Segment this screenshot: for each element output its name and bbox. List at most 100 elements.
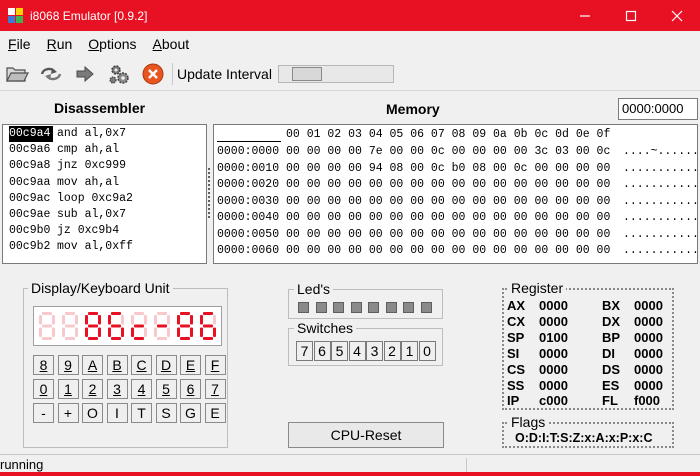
menu-options[interactable]: Options bbox=[80, 31, 144, 57]
menu-about[interactable]: About bbox=[145, 31, 198, 57]
register-value: 0000 bbox=[634, 345, 663, 361]
key-button[interactable]: 3 bbox=[106, 379, 128, 399]
key-button[interactable]: 0 bbox=[33, 379, 54, 399]
segment-a bbox=[203, 312, 213, 315]
disasm-row[interactable]: 00c9ae sub al,0x7 bbox=[3, 207, 206, 223]
key-button[interactable]: B bbox=[106, 355, 128, 375]
key-button[interactable]: A bbox=[82, 355, 103, 375]
memory-row-bytes[interactable]: 00 00 00 00 00 00 00 00 00 00 00 00 00 0… bbox=[286, 177, 610, 193]
stop-button[interactable] bbox=[136, 59, 170, 89]
key-button[interactable]: - bbox=[33, 403, 54, 423]
key-button[interactable]: T bbox=[131, 403, 152, 423]
segment-b bbox=[167, 315, 170, 325]
memory-row-bytes[interactable]: 00 00 00 00 94 08 00 0c b0 08 00 0c 00 0… bbox=[286, 161, 610, 177]
disasm-instruction: jz 0xc9b4 bbox=[57, 224, 120, 238]
memory-row-bytes[interactable]: 00 00 00 00 00 00 00 00 00 00 00 00 00 0… bbox=[286, 243, 610, 259]
maximize-icon bbox=[625, 10, 637, 21]
register-value: 0000 bbox=[634, 329, 663, 345]
register-title: Register bbox=[508, 280, 567, 296]
slider-thumb[interactable] bbox=[291, 66, 322, 81]
segment-d bbox=[180, 337, 190, 340]
cpu-reset-button[interactable]: CPU-Reset bbox=[288, 422, 444, 448]
key-button[interactable]: 1 bbox=[57, 379, 79, 399]
segment-a bbox=[157, 312, 167, 315]
key-button[interactable]: F bbox=[204, 355, 226, 375]
disasm-instruction: loop 0xc9a2 bbox=[57, 191, 133, 205]
key-button[interactable]: 4 bbox=[131, 379, 152, 399]
led-indicator bbox=[368, 302, 379, 313]
disasm-row[interactable]: 00c9b0 jz 0xc9b4 bbox=[3, 223, 206, 239]
register-value: 0000 bbox=[539, 377, 568, 393]
key-button[interactable]: E bbox=[204, 403, 226, 423]
disasm-address: 00c9a6 bbox=[9, 143, 51, 157]
reload-button[interactable] bbox=[34, 59, 68, 89]
disasm-row[interactable]: 00c9b2 mov al,0xff bbox=[3, 239, 206, 255]
disassembler-list[interactable]: 00c9a4 and al,0x7 00c9a6 cmp ah,al 00c9a8 jnz… bbox=[2, 124, 207, 264]
key-button[interactable]: E bbox=[180, 355, 201, 375]
switch-3[interactable]: 3 bbox=[366, 341, 383, 361]
segment-c bbox=[213, 327, 216, 337]
disasm-row[interactable]: 00c9ac loop 0xc9a2 bbox=[3, 191, 206, 207]
segment-c bbox=[98, 327, 101, 337]
minimize-button[interactable] bbox=[562, 0, 608, 31]
key-button[interactable]: G bbox=[180, 403, 201, 423]
segment-d bbox=[203, 337, 213, 340]
memory-view[interactable]: 00 01 02 03 04 05 06 07 08 09 0a 0b 0c 0… bbox=[213, 124, 698, 264]
memory-row-bytes[interactable]: 00 00 00 00 00 00 00 00 00 00 00 00 00 0… bbox=[286, 227, 610, 243]
switch-4[interactable]: 4 bbox=[348, 341, 366, 361]
disasm-address: 00c9a8 bbox=[9, 159, 51, 173]
key-button[interactable]: 9 bbox=[57, 355, 79, 375]
title-bar: i8068 Emulator [0.9.2] bbox=[0, 0, 700, 31]
key-button[interactable]: 5 bbox=[155, 379, 177, 399]
key-button[interactable]: 8 bbox=[33, 355, 54, 375]
key-button[interactable]: 6 bbox=[180, 379, 201, 399]
segment-a bbox=[42, 312, 52, 315]
key-button[interactable]: 2 bbox=[82, 379, 103, 399]
update-interval-slider[interactable] bbox=[277, 64, 394, 83]
close-button[interactable] bbox=[654, 0, 700, 31]
disasm-row[interactable]: 00c9a8 jnz 0xc999 bbox=[3, 158, 206, 174]
register-value: 0000 bbox=[539, 313, 568, 329]
switches-title: Switches bbox=[294, 320, 357, 336]
switch-6[interactable]: 6 bbox=[313, 341, 331, 361]
status-text: running bbox=[0, 457, 44, 472]
maximize-button[interactable] bbox=[608, 0, 654, 31]
key-button[interactable]: S bbox=[155, 403, 177, 423]
key-button[interactable]: + bbox=[57, 403, 79, 423]
segment-g bbox=[42, 324, 52, 328]
segment-g bbox=[111, 324, 121, 328]
menu-run[interactable]: Run bbox=[39, 31, 81, 57]
register-value: 0000 bbox=[634, 313, 663, 329]
key-button[interactable]: I bbox=[106, 403, 128, 423]
key-button[interactable]: 7 bbox=[204, 379, 226, 399]
key-button[interactable]: O bbox=[82, 403, 103, 423]
register-name: DX bbox=[602, 313, 621, 329]
switch-1[interactable]: 1 bbox=[401, 341, 418, 361]
switch-0[interactable]: 0 bbox=[418, 341, 436, 361]
switch-7[interactable]: 7 bbox=[296, 341, 313, 361]
key-button[interactable]: D bbox=[155, 355, 177, 375]
register-name: BX bbox=[602, 298, 621, 313]
memory-row-bytes[interactable]: 00 00 00 00 7e 00 00 0c 00 00 00 00 3c 0… bbox=[286, 144, 610, 160]
disasm-row[interactable]: 00c9a4 and al,0x7 bbox=[3, 126, 206, 143]
register-value: 0100 bbox=[539, 329, 568, 345]
disasm-row[interactable]: 00c9a6 cmp ah,al bbox=[3, 142, 206, 158]
disasm-row[interactable]: 00c9aa mov ah,al bbox=[3, 175, 206, 191]
switch-2[interactable]: 2 bbox=[383, 341, 401, 361]
open-button[interactable] bbox=[0, 59, 34, 89]
memory-address-input[interactable]: 0000:0000 bbox=[618, 98, 698, 120]
panel-splitter[interactable] bbox=[208, 168, 211, 218]
run-button[interactable] bbox=[68, 59, 102, 89]
segment-b bbox=[52, 315, 55, 325]
segment-c bbox=[121, 327, 124, 337]
disasm-address: 00c9ae bbox=[9, 207, 51, 221]
menu-file[interactable]: File bbox=[0, 31, 39, 57]
key-button[interactable]: C bbox=[131, 355, 152, 375]
disassembler-title: Disassembler bbox=[54, 100, 146, 116]
memory-row-bytes[interactable]: 00 00 00 00 00 00 00 00 00 00 00 00 00 0… bbox=[286, 210, 610, 226]
memory-row-bytes[interactable]: 00 00 00 00 00 00 00 00 00 00 00 00 00 0… bbox=[286, 194, 610, 210]
led-indicator bbox=[333, 302, 344, 313]
switch-5[interactable]: 5 bbox=[331, 341, 348, 361]
step-button[interactable] bbox=[102, 59, 136, 89]
memory-row-address: 0000:0030 bbox=[217, 194, 280, 208]
